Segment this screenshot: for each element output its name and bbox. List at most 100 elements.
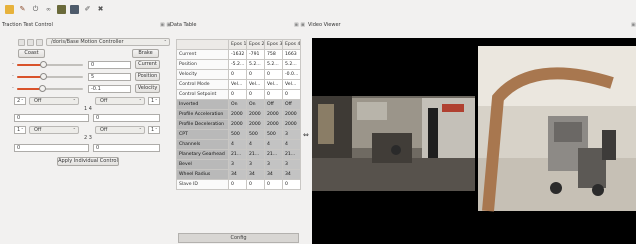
save-icon[interactable] <box>70 5 79 14</box>
mode-combo[interactable]: Off ⌃ <box>29 97 79 105</box>
setpoint-field[interactable]: 0 <box>93 144 160 152</box>
table-row[interactable]: Control Setpoint 0 0 0 0 <box>176 89 301 100</box>
row-header[interactable]: Velocity <box>176 69 229 80</box>
film-icon[interactable] <box>57 5 66 14</box>
table-cell[interactable]: 500 <box>264 129 283 140</box>
help-button[interactable] <box>36 38 43 46</box>
table-cell[interactable]: 5.2... <box>246 59 265 70</box>
current-slider[interactable] <box>17 61 83 68</box>
table-row[interactable]: Current -1632 -791 758 1663 <box>176 49 301 60</box>
current-value-field[interactable]: 0 <box>88 61 131 69</box>
position-slider[interactable] <box>17 73 83 80</box>
table-cell[interactable]: 3 <box>282 159 301 170</box>
row-header[interactable]: Profile Deceleration <box>176 119 229 130</box>
table-cell[interactable]: 0 <box>264 179 283 190</box>
column-header-epos-1[interactable]: Epos 1 <box>228 39 247 50</box>
table-cell[interactable]: 4 <box>264 139 283 150</box>
row-header[interactable]: Control Mode <box>176 79 229 90</box>
table-cell[interactable]: 4 <box>246 139 265 150</box>
table-cell[interactable]: 34 <box>228 169 247 180</box>
velocity-value-field[interactable]: -0.1 <box>88 85 131 93</box>
table-row[interactable]: CPT 500 500 500 3 <box>176 129 301 140</box>
table-row[interactable]: Slave ID 0 0 0 0 <box>176 179 301 190</box>
apply-individual-control-button[interactable]: Apply Individual Control <box>57 157 119 166</box>
settings-button[interactable] <box>27 38 34 46</box>
slider-handle[interactable] <box>40 73 47 80</box>
table-cell[interactable]: 0 <box>228 89 247 100</box>
table-cell[interactable]: Off <box>282 99 301 110</box>
panel-close-icon[interactable]: ▣ <box>631 22 636 29</box>
table-cell[interactable]: 0 <box>246 179 265 190</box>
row-header[interactable]: Inverted <box>176 99 229 110</box>
table-cell[interactable]: 21... <box>246 149 265 160</box>
table-row[interactable]: Profile Acceleration 2000 2000 2000 2000 <box>176 109 301 120</box>
table-cell[interactable]: 0 <box>264 89 283 100</box>
table-cell[interactable]: 0 <box>246 89 265 100</box>
table-cell[interactable]: 1663 <box>282 49 301 60</box>
position-button[interactable]: Position <box>135 72 160 81</box>
mode-combo[interactable]: Off ⌃ <box>29 126 79 134</box>
table-cell[interactable]: Vel... <box>246 79 265 90</box>
row-header[interactable]: Planetary Gearhead <box>176 149 229 160</box>
table-cell[interactable]: 0 <box>282 89 301 100</box>
setpoint-field[interactable]: 0 <box>93 114 160 122</box>
velocity-slider[interactable] <box>17 85 83 92</box>
power-icon[interactable]: ⏻ <box>31 5 40 14</box>
table-row[interactable]: Wheel Radius 34 34 34 34 <box>176 169 301 180</box>
table-cell[interactable]: 2000 <box>264 119 283 130</box>
table-cell[interactable]: -5.2... <box>228 59 247 70</box>
cross-icon[interactable]: ✖ <box>96 5 105 14</box>
wrench-icon[interactable]: ✎ <box>18 5 27 14</box>
row-header[interactable]: Slave ID <box>176 179 229 190</box>
brake-button[interactable]: Brake <box>132 49 159 58</box>
table-cell[interactable]: 758 <box>264 49 283 60</box>
table-cell[interactable]: Vel... <box>264 79 283 90</box>
table-cell[interactable]: 5.2... <box>282 59 301 70</box>
table-row[interactable]: Profile Deceleration 2000 2000 2000 2000 <box>176 119 301 130</box>
table-row[interactable]: Velocity 0 0 0 -0.0... <box>176 69 301 80</box>
topic-combo[interactable]: /doris/Base Motion Controller ⌃ <box>46 38 170 46</box>
table-cell[interactable]: -0.0... <box>282 69 301 80</box>
table-cell[interactable]: 5.2... <box>264 59 283 70</box>
index-spinbox[interactable]: 1 ⌃ <box>148 126 160 134</box>
pencil-icon[interactable]: ✐ <box>83 5 92 14</box>
column-header-epos-3[interactable]: Epos 3 <box>264 39 283 50</box>
table-cell[interactable]: 2000 <box>246 109 265 120</box>
slider-handle[interactable] <box>40 61 47 68</box>
index-spinbox[interactable]: 1 ⌃ <box>148 97 160 105</box>
chain-icon[interactable]: ∞ <box>44 5 53 14</box>
velocity-button[interactable]: Velocity <box>135 84 160 93</box>
table-cell[interactable]: 2000 <box>282 119 301 130</box>
config-button[interactable]: Config <box>178 233 299 243</box>
table-row[interactable]: Control Mode Vel... Vel... Vel... Vel... <box>176 79 301 90</box>
table-cell[interactable]: On <box>228 99 247 110</box>
table-cell[interactable]: 2000 <box>282 109 301 120</box>
table-cell[interactable]: 0 <box>282 179 301 190</box>
table-cell[interactable]: 0 <box>228 179 247 190</box>
table-cell[interactable]: 2000 <box>228 119 247 130</box>
table-cell[interactable]: 34 <box>246 169 265 180</box>
table-cell[interactable]: 3 <box>246 159 265 170</box>
table-cell[interactable]: 3 <box>228 159 247 170</box>
position-value-field[interactable]: 5 <box>88 73 131 81</box>
mode-combo[interactable]: Off ⌃ <box>95 97 145 105</box>
table-cell[interactable]: 21... <box>282 149 301 160</box>
table-cell[interactable]: Vel... <box>282 79 301 90</box>
slider-handle[interactable] <box>39 85 46 92</box>
table-cell[interactable]: 2000 <box>246 119 265 130</box>
row-header[interactable]: Control Setpoint <box>176 89 229 100</box>
table-cell[interactable]: 21... <box>228 149 247 160</box>
table-cell[interactable]: 4 <box>282 139 301 150</box>
current-button[interactable]: Current <box>135 60 160 69</box>
table-cell[interactable]: 4 <box>228 139 247 150</box>
coast-button[interactable]: Coast <box>18 49 45 58</box>
setpoint-field[interactable]: 0 <box>14 114 89 122</box>
swap-arrows-icon[interactable]: ⇔ <box>303 131 309 139</box>
refresh-button[interactable] <box>18 38 25 46</box>
table-cell[interactable]: 34 <box>282 169 301 180</box>
table-cell[interactable]: 21... <box>264 149 283 160</box>
index-spinbox[interactable]: 2 ⌃ <box>14 97 26 105</box>
mode-combo[interactable]: Off ⌃ <box>95 126 145 134</box>
column-header-epos-2[interactable]: Epos 2 <box>246 39 265 50</box>
table-cell[interactable]: -1632 <box>228 49 247 60</box>
